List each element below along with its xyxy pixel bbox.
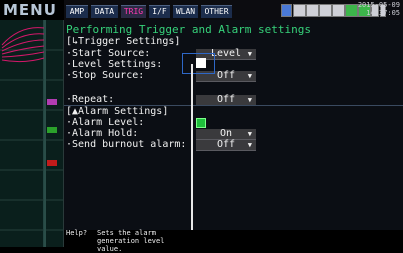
menu-button[interactable]: MENU [3, 0, 63, 20]
alarm-hold-label: ·Alarm Hold: [66, 128, 139, 139]
alarm-level-label: ·Alarm Level: [66, 117, 145, 128]
level-settings-label: ·Level Settings: [66, 59, 163, 70]
start-source-label: ·Start Source: [66, 48, 151, 59]
memory-icon [319, 4, 332, 17]
waveform-panel [0, 20, 64, 247]
page-title: Performing Trigger and Alarm settings [66, 23, 312, 36]
chevron-down-icon: ▼ [247, 50, 252, 58]
trace-6 [1, 57, 45, 63]
stop-source-value: Off [216, 70, 236, 81]
waveform-graph [0, 20, 63, 247]
start-source-value: Level [210, 48, 242, 59]
tab-other[interactable]: OTHER [201, 5, 232, 18]
memory-icon [332, 4, 345, 17]
tab-if[interactable]: I/F [149, 5, 170, 18]
tab-data[interactable]: DATA [91, 5, 118, 18]
trace-2 [1, 33, 45, 49]
stop-source-label: ·Stop Source: [66, 70, 145, 81]
tab-amp[interactable]: AMP [66, 5, 88, 18]
channel-marker [47, 127, 57, 133]
network-icon [345, 4, 358, 17]
tab-trig[interactable]: TRIG [121, 5, 146, 18]
memory-icon [293, 4, 306, 17]
alarm-settings-header: [▲Alarm Settings] [66, 106, 169, 117]
callout-line [191, 64, 193, 247]
datetime: 2015-05-09 14:37:05 [358, 1, 400, 17]
burnout-label: ·Send burnout alarm: [66, 139, 187, 150]
chevron-down-icon: ▼ [247, 96, 252, 104]
memory-icon [306, 4, 319, 17]
level-settings-button[interactable] [196, 58, 206, 68]
usb-icon [281, 4, 292, 17]
repeat-value: Off [216, 94, 236, 105]
chevron-down-icon: ▼ [247, 141, 252, 149]
chevron-down-icon: ▼ [247, 72, 252, 80]
channel-marker [47, 160, 57, 166]
date-text: 2015-05-09 [357, 1, 400, 9]
tab-bar: AMP DATA TRIG I/F WLAN OTHER 2015-05-09 … [64, 0, 403, 20]
repeat-label: ·Repeat: [66, 94, 115, 105]
chevron-down-icon: ▼ [247, 130, 252, 138]
trigger-settings-header: [↳Trigger Settings] [66, 36, 181, 47]
tab-wlan[interactable]: WLAN [173, 5, 198, 18]
time-text: 14:37:05 [366, 9, 400, 17]
burnout-value: Off [216, 139, 236, 150]
burnout-select[interactable]: Off ▼ [196, 140, 256, 151]
help-text: Sets the alarm generation level value. [97, 229, 165, 253]
help-prefix: Help? [66, 229, 88, 237]
alarm-level-button[interactable] [196, 118, 206, 128]
channel-marker [47, 99, 57, 105]
alarm-hold-value: On [219, 128, 233, 139]
